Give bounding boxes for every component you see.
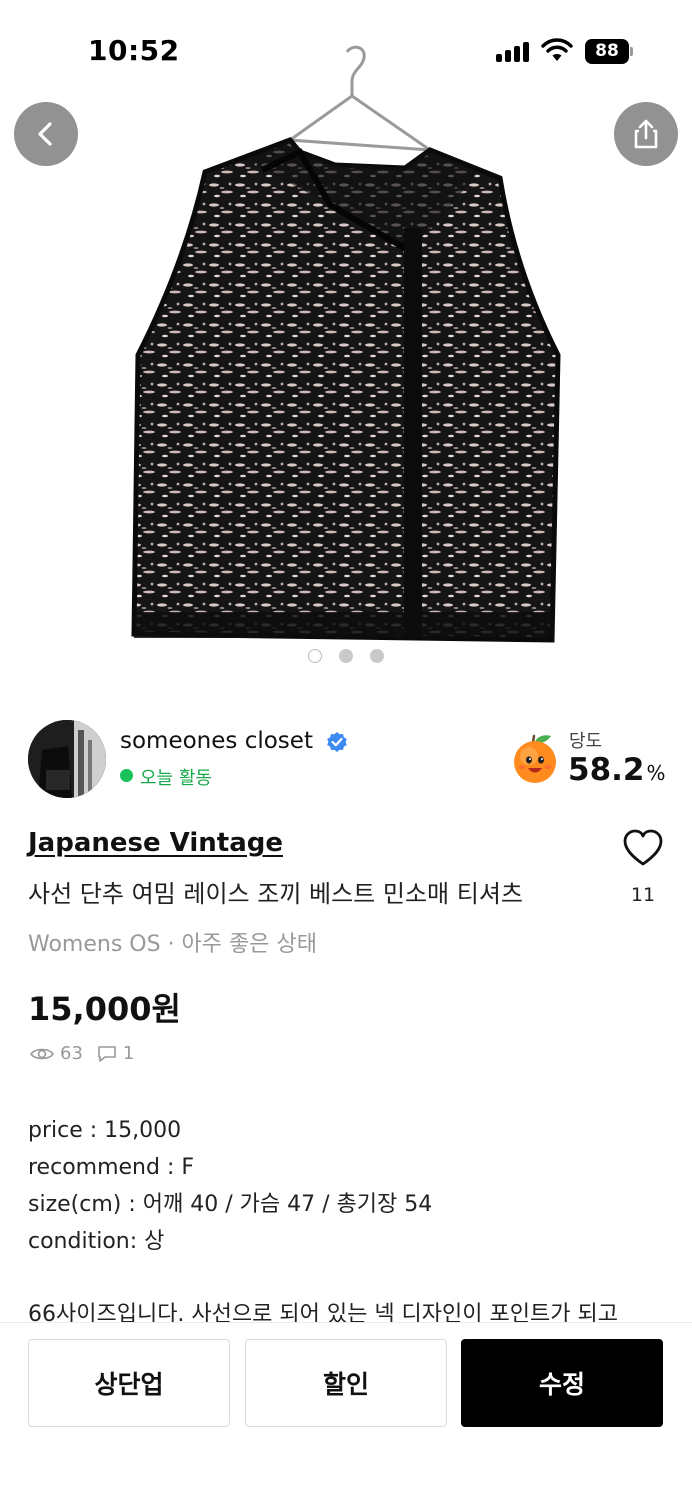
sweetness-number: 58.2	[568, 752, 645, 788]
product-photo	[131, 45, 561, 643]
like-count: 11	[630, 884, 656, 906]
carousel-dot-1[interactable]	[308, 649, 322, 663]
bottom-action-bar: 상단업 할인 수정	[0, 1322, 692, 1500]
sweetness-label: 당도	[569, 731, 603, 752]
status-bar: 10:52 88	[0, 0, 692, 100]
status-time: 10:52	[88, 34, 180, 67]
carousel-indicator	[0, 649, 692, 663]
signal-icon	[496, 42, 532, 62]
battery-level: 88	[595, 41, 619, 61]
description-line: recommend : F	[28, 1155, 195, 1180]
seller-avatar[interactable]	[28, 720, 106, 798]
product-image-carousel[interactable]	[0, 0, 692, 690]
comment-icon	[98, 1045, 116, 1062]
sweetness-unit: %	[646, 761, 666, 785]
eye-icon	[30, 1048, 54, 1059]
product-title: 사선 단추 여밈 레이스 조끼 베스트 민소매 티셔츠	[28, 880, 524, 908]
wifi-icon	[541, 38, 573, 61]
brand-link[interactable]: Japanese Vintage	[28, 828, 283, 858]
share-button[interactable]	[614, 102, 678, 166]
peach-icon	[514, 734, 556, 783]
product-price: 15,000원	[28, 990, 181, 1028]
share-icon	[634, 119, 658, 149]
battery-icon: 88	[585, 39, 629, 64]
product-description: price : 15,000 recommend : F size(cm) : …	[28, 1112, 432, 1260]
carousel-dot-3[interactable]	[370, 649, 384, 663]
description-line: price : 15,000	[28, 1118, 182, 1143]
edit-button[interactable]: 수정	[461, 1339, 663, 1427]
activity-status-dot	[120, 769, 133, 782]
product-stats: 63 1	[30, 1043, 134, 1064]
seller-name[interactable]: someones closet	[120, 728, 313, 754]
sweetness-value: 58.2%	[568, 752, 666, 788]
discount-button[interactable]: 할인	[245, 1339, 447, 1427]
verified-badge-icon	[327, 732, 347, 752]
bump-button[interactable]: 상단업	[28, 1339, 230, 1427]
activity-status-label: 오늘 활동	[140, 768, 212, 789]
battery-tip	[630, 47, 633, 56]
product-meta: Womens OS · 아주 좋은 상태	[28, 932, 317, 957]
comment-count: 1	[122, 1043, 135, 1064]
chevron-left-icon	[38, 122, 52, 146]
heart-icon[interactable]	[622, 828, 664, 868]
back-button[interactable]	[14, 102, 78, 166]
description-line: size(cm) : 어깨 40 / 가슴 47 / 총기장 54	[28, 1192, 433, 1217]
carousel-dot-2[interactable]	[339, 649, 353, 663]
avatar-image	[28, 720, 106, 798]
description-line: condition: 상	[28, 1229, 165, 1254]
view-count: 63	[60, 1043, 83, 1064]
